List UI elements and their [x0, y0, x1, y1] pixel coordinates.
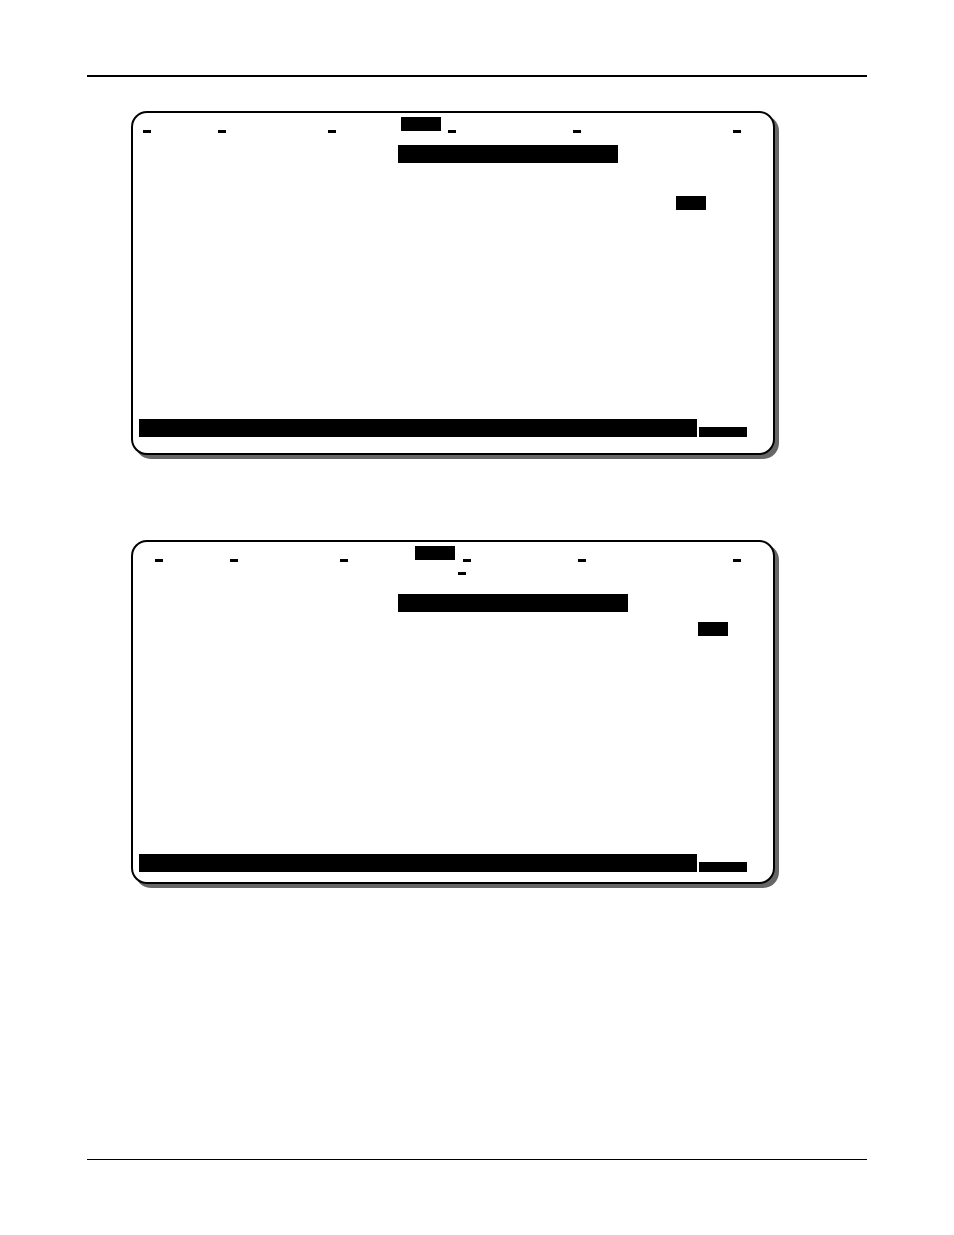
panel2-top-mid-label	[415, 546, 455, 560]
panel2-top-tick-4	[463, 559, 471, 562]
panel1-top-tick-2	[218, 130, 226, 133]
panel1-top-tick-3	[328, 130, 336, 133]
panel1-top-tick-5	[573, 130, 581, 133]
panel1-subtitle-bar	[398, 145, 618, 163]
panel2-top-tick-7	[458, 572, 466, 575]
panel2-top-tick-6	[733, 559, 741, 562]
panel1-footer-small-bar	[699, 427, 747, 437]
header-rule	[87, 75, 867, 77]
panel-1	[131, 111, 775, 455]
panel-2	[131, 540, 775, 884]
panel1-top-mid-label	[401, 117, 441, 131]
panel2-top-tick-3	[340, 559, 348, 562]
panel2-top-tick-5	[578, 559, 586, 562]
panel2-right-small	[698, 622, 728, 636]
panel2-footer-small-bar	[699, 862, 747, 872]
panel2-footer-big-bar	[139, 854, 697, 872]
panel1-top-tick-6	[733, 130, 741, 133]
panel1-top-tick-1	[143, 130, 151, 133]
panel1-right-small	[676, 196, 706, 210]
panel1-top-tick-4	[448, 130, 456, 133]
footer-rule	[87, 1159, 867, 1160]
panel2-top-tick-2	[230, 559, 238, 562]
panel1-footer-big-bar	[139, 419, 697, 437]
panel2-top-tick-1	[155, 559, 163, 562]
panel2-subtitle-bar	[398, 594, 628, 612]
